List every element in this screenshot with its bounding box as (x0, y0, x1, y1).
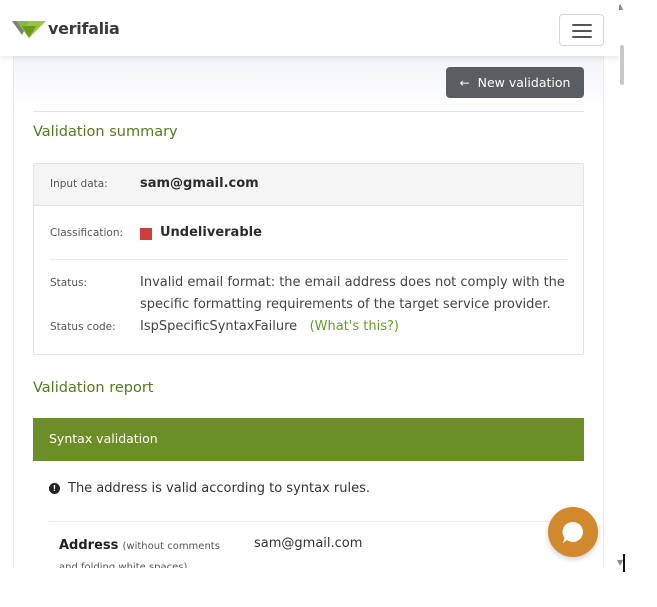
menu-toggle-button[interactable] (559, 14, 604, 46)
classification-label: Classification: (50, 227, 124, 239)
navbar: verifalia (0, 0, 619, 56)
brand-logo[interactable]: verifalia (12, 18, 120, 38)
syntax-validation-header[interactable]: Syntax validation (33, 418, 584, 461)
viewport: verifalia ← New validation Validation su… (0, 0, 619, 568)
new-validation-label: New validation (477, 75, 571, 90)
report-title: Validation report (33, 380, 154, 396)
divider (50, 259, 568, 260)
chat-button[interactable] (548, 507, 598, 557)
status-label: Status: (50, 277, 87, 289)
scrollbar-thumb[interactable] (620, 45, 624, 85)
input-data-row: Input data: sam@gmail.com (34, 164, 583, 206)
classification-value: Undeliverable (160, 225, 262, 240)
summary-box: Input data: sam@gmail.com Classification… (33, 163, 584, 355)
input-data-value: sam@gmail.com (140, 176, 259, 191)
summary-title: Validation summary (33, 124, 178, 140)
status-code-label: Status code: (50, 321, 116, 333)
syntax-validation-title: Syntax validation (49, 431, 158, 446)
whats-this-link[interactable]: (What's this?) (310, 319, 399, 334)
verifalia-logo-icon (12, 21, 46, 38)
hamburger-icon (572, 24, 592, 26)
address-label: Address (without comments and folding wh… (59, 536, 239, 568)
address-value: sam@gmail.com (254, 536, 363, 551)
scrollbar[interactable] (619, 0, 624, 568)
arrow-left-icon: ← (459, 75, 470, 90)
status-text-line2: specific formatting requirements of the … (140, 297, 551, 312)
divider (49, 521, 584, 522)
text-cursor-icon (623, 554, 625, 572)
status-code-value: IspSpecificSyntaxFailure (What's this?) (140, 319, 399, 334)
input-data-label: Input data: (50, 178, 108, 190)
syntax-result: ! The address is valid according to synt… (49, 481, 370, 496)
undeliverable-indicator-icon (140, 228, 152, 240)
new-validation-button[interactable]: ← New validation (446, 67, 584, 98)
syntax-result-text: The address is valid according to syntax… (68, 481, 370, 496)
info-icon: ! (49, 483, 60, 494)
chat-bubble-icon (562, 521, 583, 543)
brand-name: verifalia (48, 18, 120, 38)
status-text-line1: Invalid email format: the email address … (140, 275, 565, 290)
divider (33, 111, 584, 112)
